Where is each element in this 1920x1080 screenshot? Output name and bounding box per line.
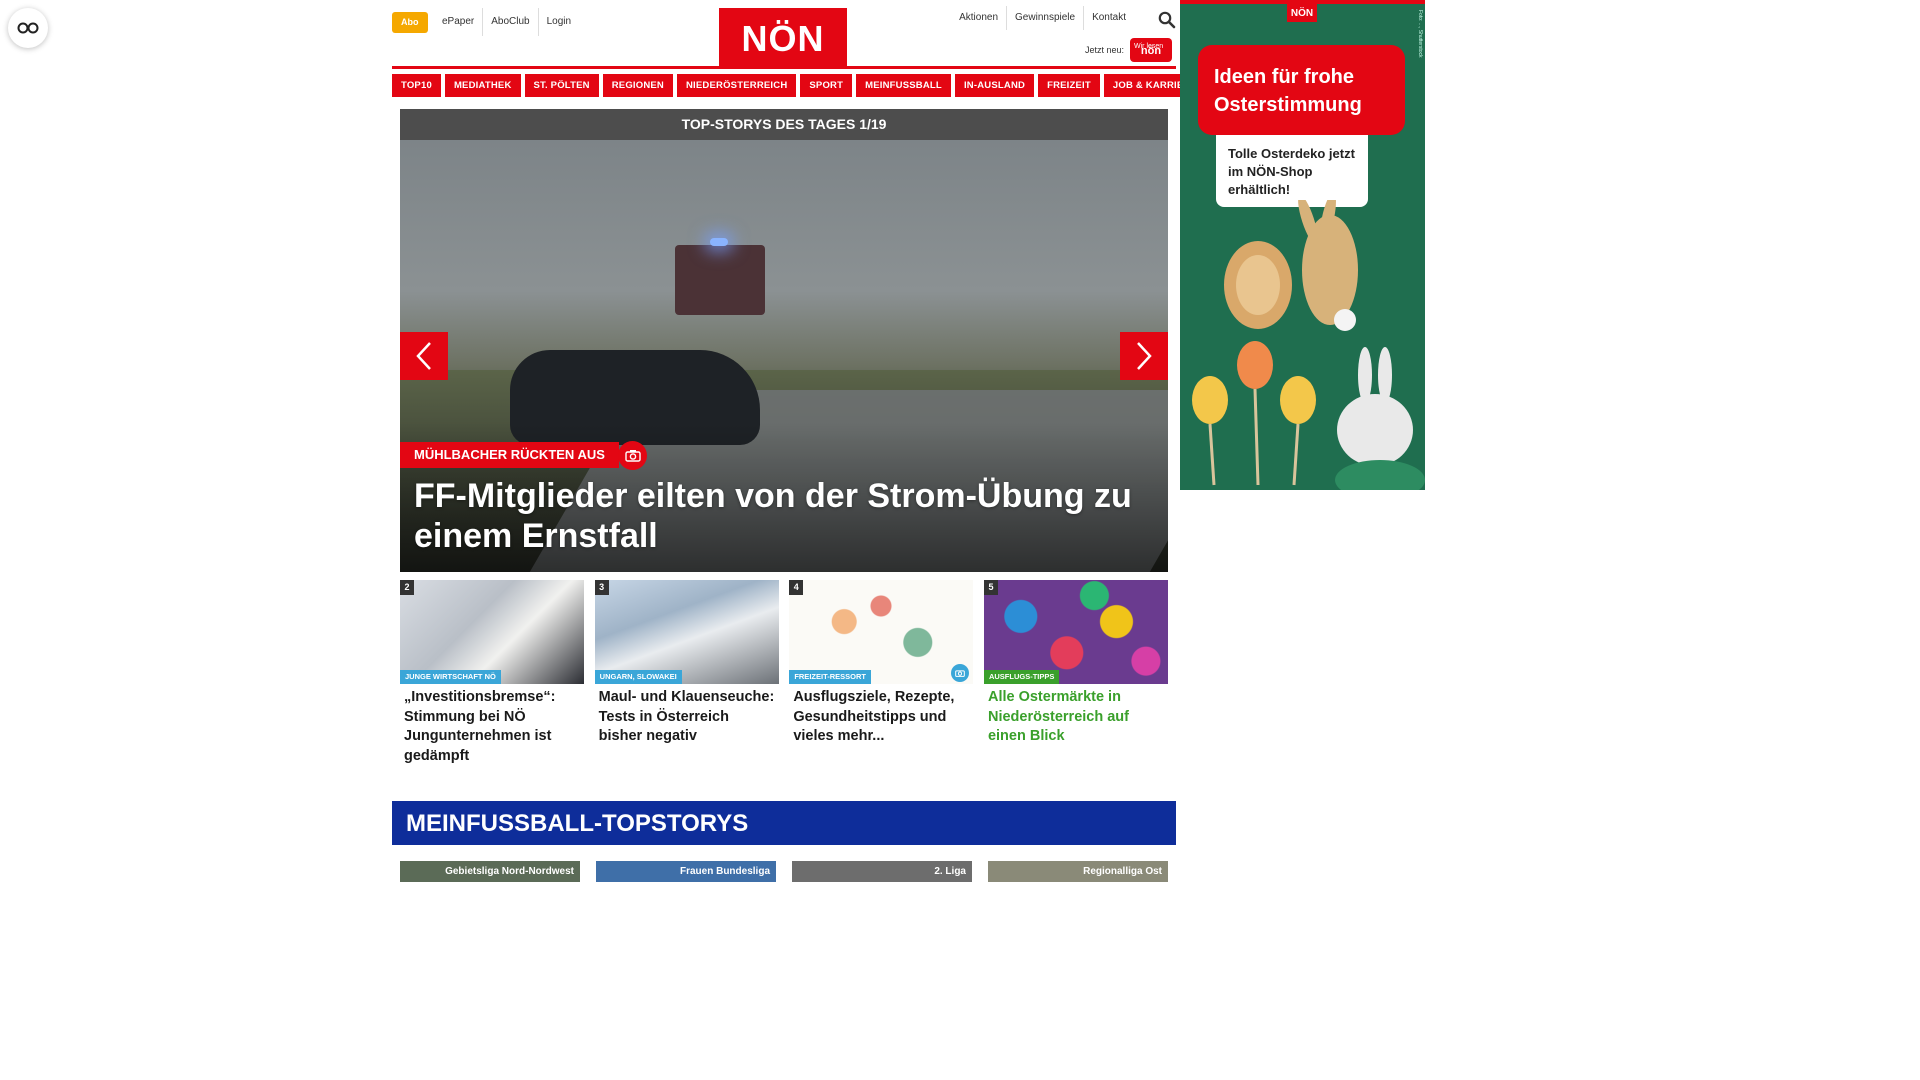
epaper-link[interactable]: ePaper: [434, 8, 484, 36]
nav-item-niederoesterreich[interactable]: NIEDERÖSTERREICH: [677, 74, 797, 97]
jetzt-neu-label: Jetzt neu:: [1084, 45, 1124, 55]
story-title[interactable]: Alle Ostermärkte in Niederösterreich auf…: [984, 684, 1168, 747]
story-tag: AUSFLUGS-TIPPS: [983, 670, 1060, 684]
story-tag: JUNGE WIRTSCHAFT NÖ: [400, 670, 501, 684]
easter-decoration-illustration: [1192, 200, 1425, 490]
nav-item-mediathek[interactable]: MEDIATHEK: [444, 74, 521, 97]
story-card[interactable]: 2 JUNGE WIRTSCHAFT NÖ „Investitionsbrems…: [400, 580, 584, 780]
header-divider: [392, 66, 1176, 69]
aboclub-link[interactable]: AboClub: [483, 8, 539, 36]
kontakt-link[interactable]: Kontakt: [1084, 6, 1134, 30]
story-tag: FREIZEIT-RESSORT: [789, 670, 871, 684]
story-number: 4: [789, 580, 804, 595]
meinfussball-teasers: Gebietsliga Nord-Nordwest Frauen Bundesl…: [400, 861, 1168, 882]
story-number: 2: [400, 580, 414, 595]
story-title[interactable]: Ausflugsziele, Rezepte, Gesundheitstipps…: [789, 684, 973, 747]
story-thumbnail[interactable]: 2 JUNGE WIRTSCHAFT NÖ: [400, 580, 584, 684]
camera-icon: [955, 670, 966, 677]
league-label: 2. Liga: [934, 866, 966, 877]
main-nav: TOP10 MEDIATHEK ST. PÖLTEN REGIONEN NIED…: [392, 74, 1206, 97]
nav-item-meinfussball[interactable]: MEINFUSSBALL: [856, 74, 951, 97]
reader-mode-button[interactable]: [8, 8, 48, 48]
ad-note: Tolle Osterdeko jetzt im NÖN-Shop erhält…: [1216, 135, 1368, 207]
league-label: Gebietsliga Nord-Nordwest: [445, 866, 574, 877]
glasses-icon: [17, 22, 39, 34]
slider-next-button[interactable]: [1120, 332, 1168, 380]
chevron-left-icon: [416, 342, 431, 370]
hero-image-blue-light: [710, 238, 728, 246]
story-number: 5: [983, 580, 998, 595]
story-card[interactable]: 5 AUSFLUGS-TIPPS Alle Ostermärkte in Nie…: [983, 580, 1168, 780]
slider-prev-button[interactable]: [400, 332, 448, 380]
ad-photo-credit: Foto: ..., Shutterstock: [1417, 10, 1423, 58]
story-thumbnail[interactable]: 5 AUSFLUGS-TIPPS: [983, 580, 1168, 684]
gallery-badge: [618, 441, 647, 470]
hero-image-fire-truck: [675, 245, 765, 315]
story-title[interactable]: Maul- und Klauenseuche: Tests in Österre…: [595, 684, 779, 747]
search-icon: [1158, 11, 1176, 29]
abo-button[interactable]: Abo: [392, 12, 428, 33]
hero-kicker[interactable]: MÜHLBACHER RÜCKTEN AUS: [400, 442, 619, 468]
hero-headline[interactable]: FF-Mitglieder eilten von der Strom-Übung…: [414, 476, 1154, 556]
story-thumbnail[interactable]: 3 UNGARN, SLOWAKEI: [594, 580, 779, 684]
nav-item-st-poelten[interactable]: ST. PÖLTEN: [524, 74, 599, 97]
chevron-right-icon: [1137, 342, 1152, 370]
easter-ad-banner[interactable]: NÖN Foto: ..., Shutterstock Ideen für fr…: [1180, 0, 1425, 490]
nav-item-freizeit[interactable]: FREIZEIT: [1038, 74, 1100, 97]
gewinnspiele-link[interactable]: Gewinnspiele: [1007, 6, 1085, 30]
gallery-badge: [951, 664, 970, 682]
story-title[interactable]: „Investitionsbremse“: Stimmung bei NÖ Ju…: [400, 684, 584, 766]
nav-item-top10[interactable]: TOP10: [392, 74, 441, 97]
top-stories-heading: TOP-STORYS DES TAGES 1/19: [400, 109, 1168, 140]
site-container: Abo ePaper AboClub Login NÖN Aktionen Ge…: [392, 0, 1206, 882]
login-link[interactable]: Login: [539, 8, 579, 36]
promo-badge[interactable]: Wir lesen nön: [1130, 38, 1172, 62]
hero-slide[interactable]: MÜHLBACHER RÜCKTEN AUS FF-Mitglieder eil…: [400, 140, 1168, 572]
top-links: ePaper AboClub Login: [434, 8, 579, 36]
promo-small-text: Wir lesen: [1134, 43, 1164, 50]
nav-item-regionen[interactable]: REGIONEN: [602, 74, 673, 97]
story-thumbnail[interactable]: 4 FREIZEIT-RESSORT: [789, 580, 974, 684]
football-teaser[interactable]: Regionalliga Ost: [988, 861, 1168, 882]
story-card[interactable]: 4 FREIZEIT-RESSORT Ausflugsziele, Rezept…: [789, 580, 974, 780]
service-links: Aktionen Gewinnspiele Kontakt: [951, 6, 1134, 30]
ad-logo: NÖN: [1287, 4, 1317, 22]
ad-headline: Ideen für frohe Osterstimmung: [1198, 45, 1405, 135]
story-tag: UNGARN, SLOWAKEI: [594, 670, 682, 684]
nav-item-sport[interactable]: SPORT: [800, 74, 853, 97]
league-label: Regionalliga Ost: [1083, 866, 1162, 877]
site-logo[interactable]: NÖN: [719, 8, 847, 68]
story-card[interactable]: 3 UNGARN, SLOWAKEI Maul- und Klauenseuch…: [594, 580, 779, 780]
story-number: 3: [594, 580, 609, 595]
camera-icon: [624, 450, 641, 462]
league-label: Frauen Bundesliga: [679, 866, 770, 877]
football-teaser[interactable]: Frauen Bundesliga: [596, 861, 776, 882]
meinfussball-section-heading[interactable]: MEINFUSSBALL-TOPSTORYS: [392, 801, 1176, 845]
story-cards: 2 JUNGE WIRTSCHAFT NÖ „Investitionsbrems…: [400, 580, 1168, 780]
nav-item-in-ausland[interactable]: IN-AUSLAND: [954, 74, 1035, 97]
search-button[interactable]: [1158, 11, 1176, 29]
aktionen-link[interactable]: Aktionen: [951, 6, 1008, 30]
football-teaser[interactable]: Gebietsliga Nord-Nordwest: [400, 861, 580, 882]
football-teaser[interactable]: 2. Liga: [792, 861, 972, 882]
header: Abo ePaper AboClub Login NÖN Aktionen Ge…: [392, 6, 1176, 68]
